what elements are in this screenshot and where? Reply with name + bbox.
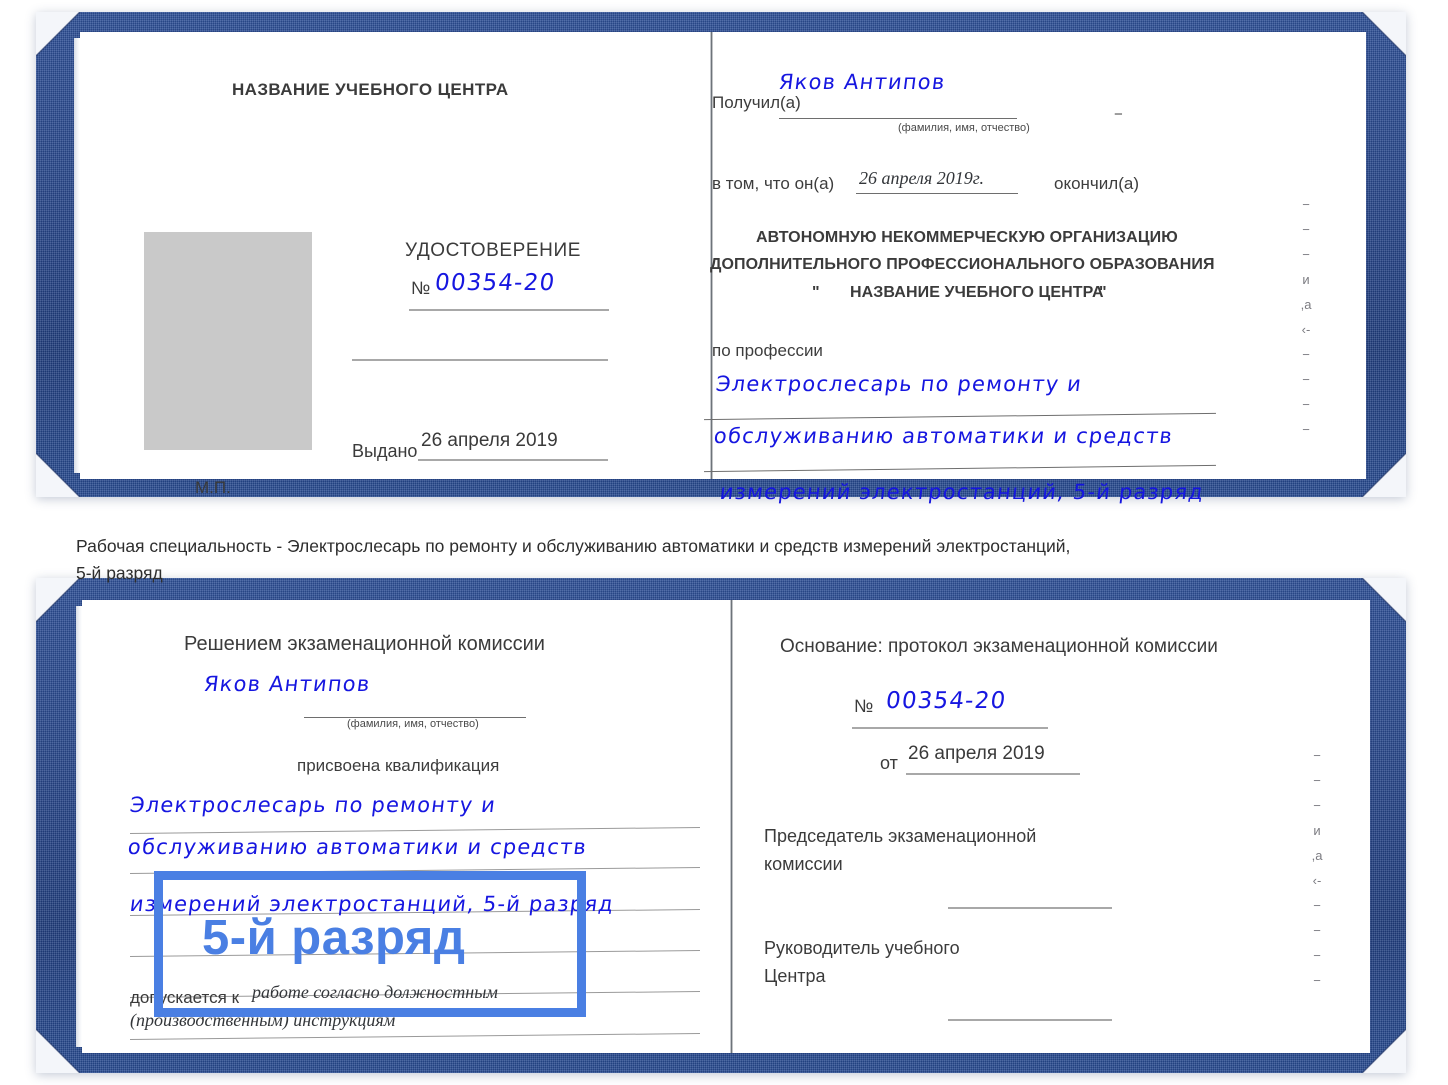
training-center-header: НАЗВАНИЕ УЧЕБНОГО ЦЕНТРА xyxy=(232,80,509,99)
protocol-number-rule xyxy=(852,727,1048,729)
director-line-2: Центра xyxy=(764,966,826,986)
facing-page-bleed-column: − − − и ,а ‹- − − − − xyxy=(1300,197,1312,437)
organization-line-2: ДОПОЛНИТЕЛЬНОГО ПРОФЕССИОНАЛЬНОГО ОБРАЗО… xyxy=(710,256,1215,273)
student-name-value: Яков Антипов xyxy=(202,672,372,696)
name-hint: (фамилия, имя, отчество) xyxy=(898,122,1030,134)
certificate-top-spread: НАЗВАНИЕ УЧЕБНОГО ЦЕНТРА УДОСТОВЕРЕНИЕ №… xyxy=(74,32,1366,504)
facing-page-bleed-column-2: − − − и ,а ‹- − − − − xyxy=(1311,748,1323,988)
bleed-dash-a: − xyxy=(1114,106,1123,123)
qualification-line-1: Электрослесарь по ремонту и xyxy=(128,793,498,817)
protocol-number-value: 00354-20 xyxy=(884,688,1008,714)
profession-line-1: Электрослесарь по ремонту и xyxy=(714,372,1084,396)
number-symbol: № xyxy=(411,278,431,298)
photo-placeholder xyxy=(144,232,312,450)
profession-rule-1 xyxy=(704,412,1216,421)
qualification-line-2: обслуживанию автоматики и средств xyxy=(126,835,589,859)
ruled-line-1 xyxy=(130,827,700,834)
top-right-page: Получил(а) Яков Антипов (фамилия, имя, о… xyxy=(676,32,1366,504)
issued-date-value: 26 апреля 2019 xyxy=(421,430,558,451)
chairman-signature-rule xyxy=(948,907,1112,909)
qualification-label: присвоена квалификация xyxy=(297,756,500,775)
document-title: УДОСТОВЕРЕНИЕ xyxy=(405,240,582,261)
finished-label: окончил(а) xyxy=(1054,174,1139,193)
certificate-number-value: 00354-20 xyxy=(433,270,557,296)
profession-rule-2 xyxy=(704,464,1216,473)
director-signature-rule xyxy=(948,1019,1112,1021)
image-caption: Рабочая специальность - Электрослесарь п… xyxy=(76,536,1071,583)
in-that-label: в том, что он(а) xyxy=(712,174,835,193)
annotation-label: 5-й разряд xyxy=(202,911,466,965)
cover-corner-fold-bottom-right xyxy=(1360,451,1406,497)
director-line-1: Руководитель учебного xyxy=(764,938,960,958)
cover-corner-fold-top-right xyxy=(1360,12,1406,58)
certificate-top-cover: НАЗВАНИЕ УЧЕБНОГО ЦЕНТРА УДОСТОВЕРЕНИЕ №… xyxy=(36,12,1406,504)
name-hint-2: (фамилия, имя, отчество) xyxy=(347,718,479,730)
completion-date-rule xyxy=(856,193,1018,194)
number-rule xyxy=(409,309,609,311)
organization-quote-close: " xyxy=(1099,284,1107,301)
organization-line-3: НАЗВАНИЕ УЧЕБНОГО ЦЕНТРА xyxy=(850,284,1104,301)
organization-quote-open: " xyxy=(812,284,820,301)
chairman-line-2: комиссии xyxy=(764,854,843,874)
profession-line-2: обслуживанию автоматики и средств xyxy=(712,424,1175,448)
issued-label: Выдано xyxy=(352,441,418,461)
protocol-date-value: 26 апреля 2019 xyxy=(908,743,1045,764)
ruled-line-6 xyxy=(130,1033,700,1040)
commission-decision-header: Решением экзаменационной комиссии xyxy=(184,633,545,655)
profession-label: по профессии xyxy=(712,341,823,360)
chairman-line-1: Председатель экзаменационной xyxy=(764,826,1037,846)
protocol-number-symbol: № xyxy=(854,696,874,716)
from-label: от xyxy=(880,753,898,773)
protocol-date-rule xyxy=(906,773,1080,775)
bottom-right-page: Основание: протокол экзаменационной коми… xyxy=(728,600,1370,1053)
profession-line-3: измерений электростанций, 5-й разряд xyxy=(718,480,1206,504)
received-label: Получил(а) xyxy=(712,93,801,112)
seal-label: М.П. xyxy=(195,478,231,497)
recipient-name-rule xyxy=(779,118,1017,119)
issued-rule xyxy=(418,459,608,461)
organization-line-1: АВТОНОМНУЮ НЕКОММЕРЧЕСКУЮ ОРГАНИЗАЦИЮ xyxy=(756,229,1178,246)
recipient-name-value: Яков Антипов xyxy=(777,70,947,94)
basis-label: Основание: протокол экзаменационной коми… xyxy=(780,636,1218,657)
blank-rule xyxy=(352,359,608,361)
top-left-page: НАЗВАНИЕ УЧЕБНОГО ЦЕНТРА УДОСТОВЕРЕНИЕ №… xyxy=(80,32,710,497)
completion-date-value: 26 апреля 2019г. xyxy=(859,168,985,188)
